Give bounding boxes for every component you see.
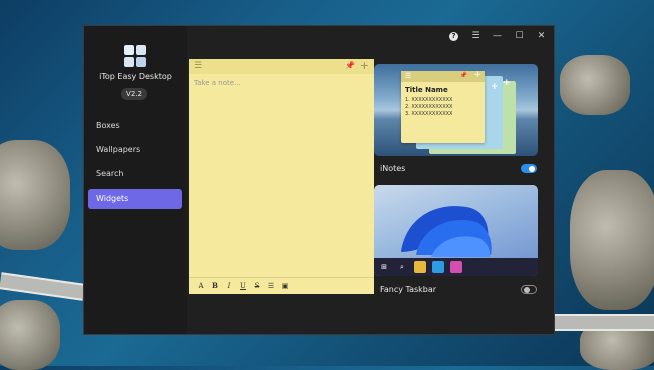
rock-decoration bbox=[0, 140, 70, 250]
plus-icon: + bbox=[491, 82, 499, 92]
plus-icon: + bbox=[503, 78, 511, 88]
plus-icon: + bbox=[473, 70, 481, 80]
rock-decoration bbox=[0, 300, 60, 370]
sidebar: iTop Easy Desktop V2.2 Boxes Wallpapers … bbox=[84, 26, 187, 334]
app-window: iTop Easy Desktop V2.2 Boxes Wallpapers … bbox=[83, 25, 555, 335]
list-item: 3. XXXXXXXXXXXX bbox=[405, 111, 453, 117]
note-preview-header: ☰ 📌 + bbox=[401, 70, 485, 82]
note-preview-title: Title Name bbox=[405, 86, 448, 94]
menu-icon: ☰ bbox=[405, 72, 412, 80]
pin-icon[interactable]: 📌 bbox=[345, 61, 355, 71]
version-badge: V2.2 bbox=[121, 88, 147, 100]
sidebar-item-widgets[interactable]: Widgets bbox=[88, 189, 182, 209]
document-icon bbox=[432, 261, 444, 273]
minimize-icon[interactable]: — bbox=[491, 30, 504, 43]
note-menu-icon[interactable]: ☰ bbox=[194, 61, 204, 71]
windows-start-icon: ⊞ bbox=[381, 263, 387, 271]
rock-decoration bbox=[570, 170, 654, 310]
sidebar-item-boxes[interactable]: Boxes bbox=[88, 116, 182, 136]
menu-icon[interactable]: ☰ bbox=[469, 30, 482, 43]
image-icon[interactable]: ▣ bbox=[279, 280, 291, 292]
bold-icon[interactable]: B bbox=[209, 280, 221, 292]
note-format-toolbar: A B I U S ☰ ▣ bbox=[189, 277, 374, 294]
image-file-icon bbox=[450, 261, 462, 273]
widget-label-inotes: iNotes bbox=[380, 164, 406, 173]
strikethrough-icon[interactable]: S bbox=[251, 280, 263, 292]
help-icon[interactable]: ? bbox=[447, 30, 460, 43]
fancy-taskbar-preview[interactable]: ⊞ ⌕ bbox=[374, 185, 538, 276]
windows-bloom-image bbox=[401, 206, 492, 257]
road-decoration bbox=[0, 272, 85, 301]
note-header: ☰ 📌 + bbox=[189, 59, 374, 74]
app-logo-icon bbox=[124, 45, 146, 67]
list-item: 1. XXXXXXXXXXXX bbox=[405, 97, 453, 103]
fancy-taskbar-toggle[interactable] bbox=[521, 285, 537, 294]
list-icon[interactable]: ☰ bbox=[265, 280, 277, 292]
app-title: iTop Easy Desktop bbox=[99, 72, 172, 81]
search-icon: ⌕ bbox=[400, 263, 404, 271]
font-color-icon[interactable]: A bbox=[195, 280, 207, 292]
maximize-icon[interactable]: ☐ bbox=[513, 30, 526, 43]
note-preview-front: ☰ 📌 + Title Name 1. XXXXXXXXXXXX 2. XXXX… bbox=[401, 70, 485, 143]
pin-icon: 📌 bbox=[459, 72, 467, 79]
widget-label-fancy-taskbar: Fancy Taskbar bbox=[380, 285, 437, 294]
titlebar-controls: ? ☰ — ☐ ✕ bbox=[447, 30, 548, 43]
road-decoration bbox=[554, 314, 654, 331]
note-input[interactable] bbox=[194, 79, 366, 87]
sidebar-item-wallpapers[interactable]: Wallpapers bbox=[88, 140, 182, 160]
close-icon[interactable]: ✕ bbox=[535, 30, 548, 43]
note-panel: ☰ 📌 + A B I U S ☰ ▣ bbox=[189, 59, 374, 294]
add-note-icon[interactable]: + bbox=[360, 60, 369, 72]
note-preview-list: 1. XXXXXXXXXXXX 2. XXXXXXXXXXXX 3. XXXXX… bbox=[405, 97, 452, 118]
italic-icon[interactable]: I bbox=[223, 280, 235, 292]
inotes-preview[interactable]: + + ☰ 📌 + Title Name 1. XXXXXXXXXXXX 2. … bbox=[374, 64, 538, 156]
inotes-toggle[interactable] bbox=[521, 164, 537, 173]
rock-decoration bbox=[560, 55, 630, 115]
folder-icon bbox=[414, 261, 426, 273]
taskbar-preview: ⊞ ⌕ bbox=[374, 258, 538, 276]
list-item: 2. XXXXXXXXXXXX bbox=[405, 104, 453, 110]
sidebar-item-search[interactable]: Search bbox=[88, 164, 182, 184]
underline-icon[interactable]: U bbox=[237, 280, 249, 292]
